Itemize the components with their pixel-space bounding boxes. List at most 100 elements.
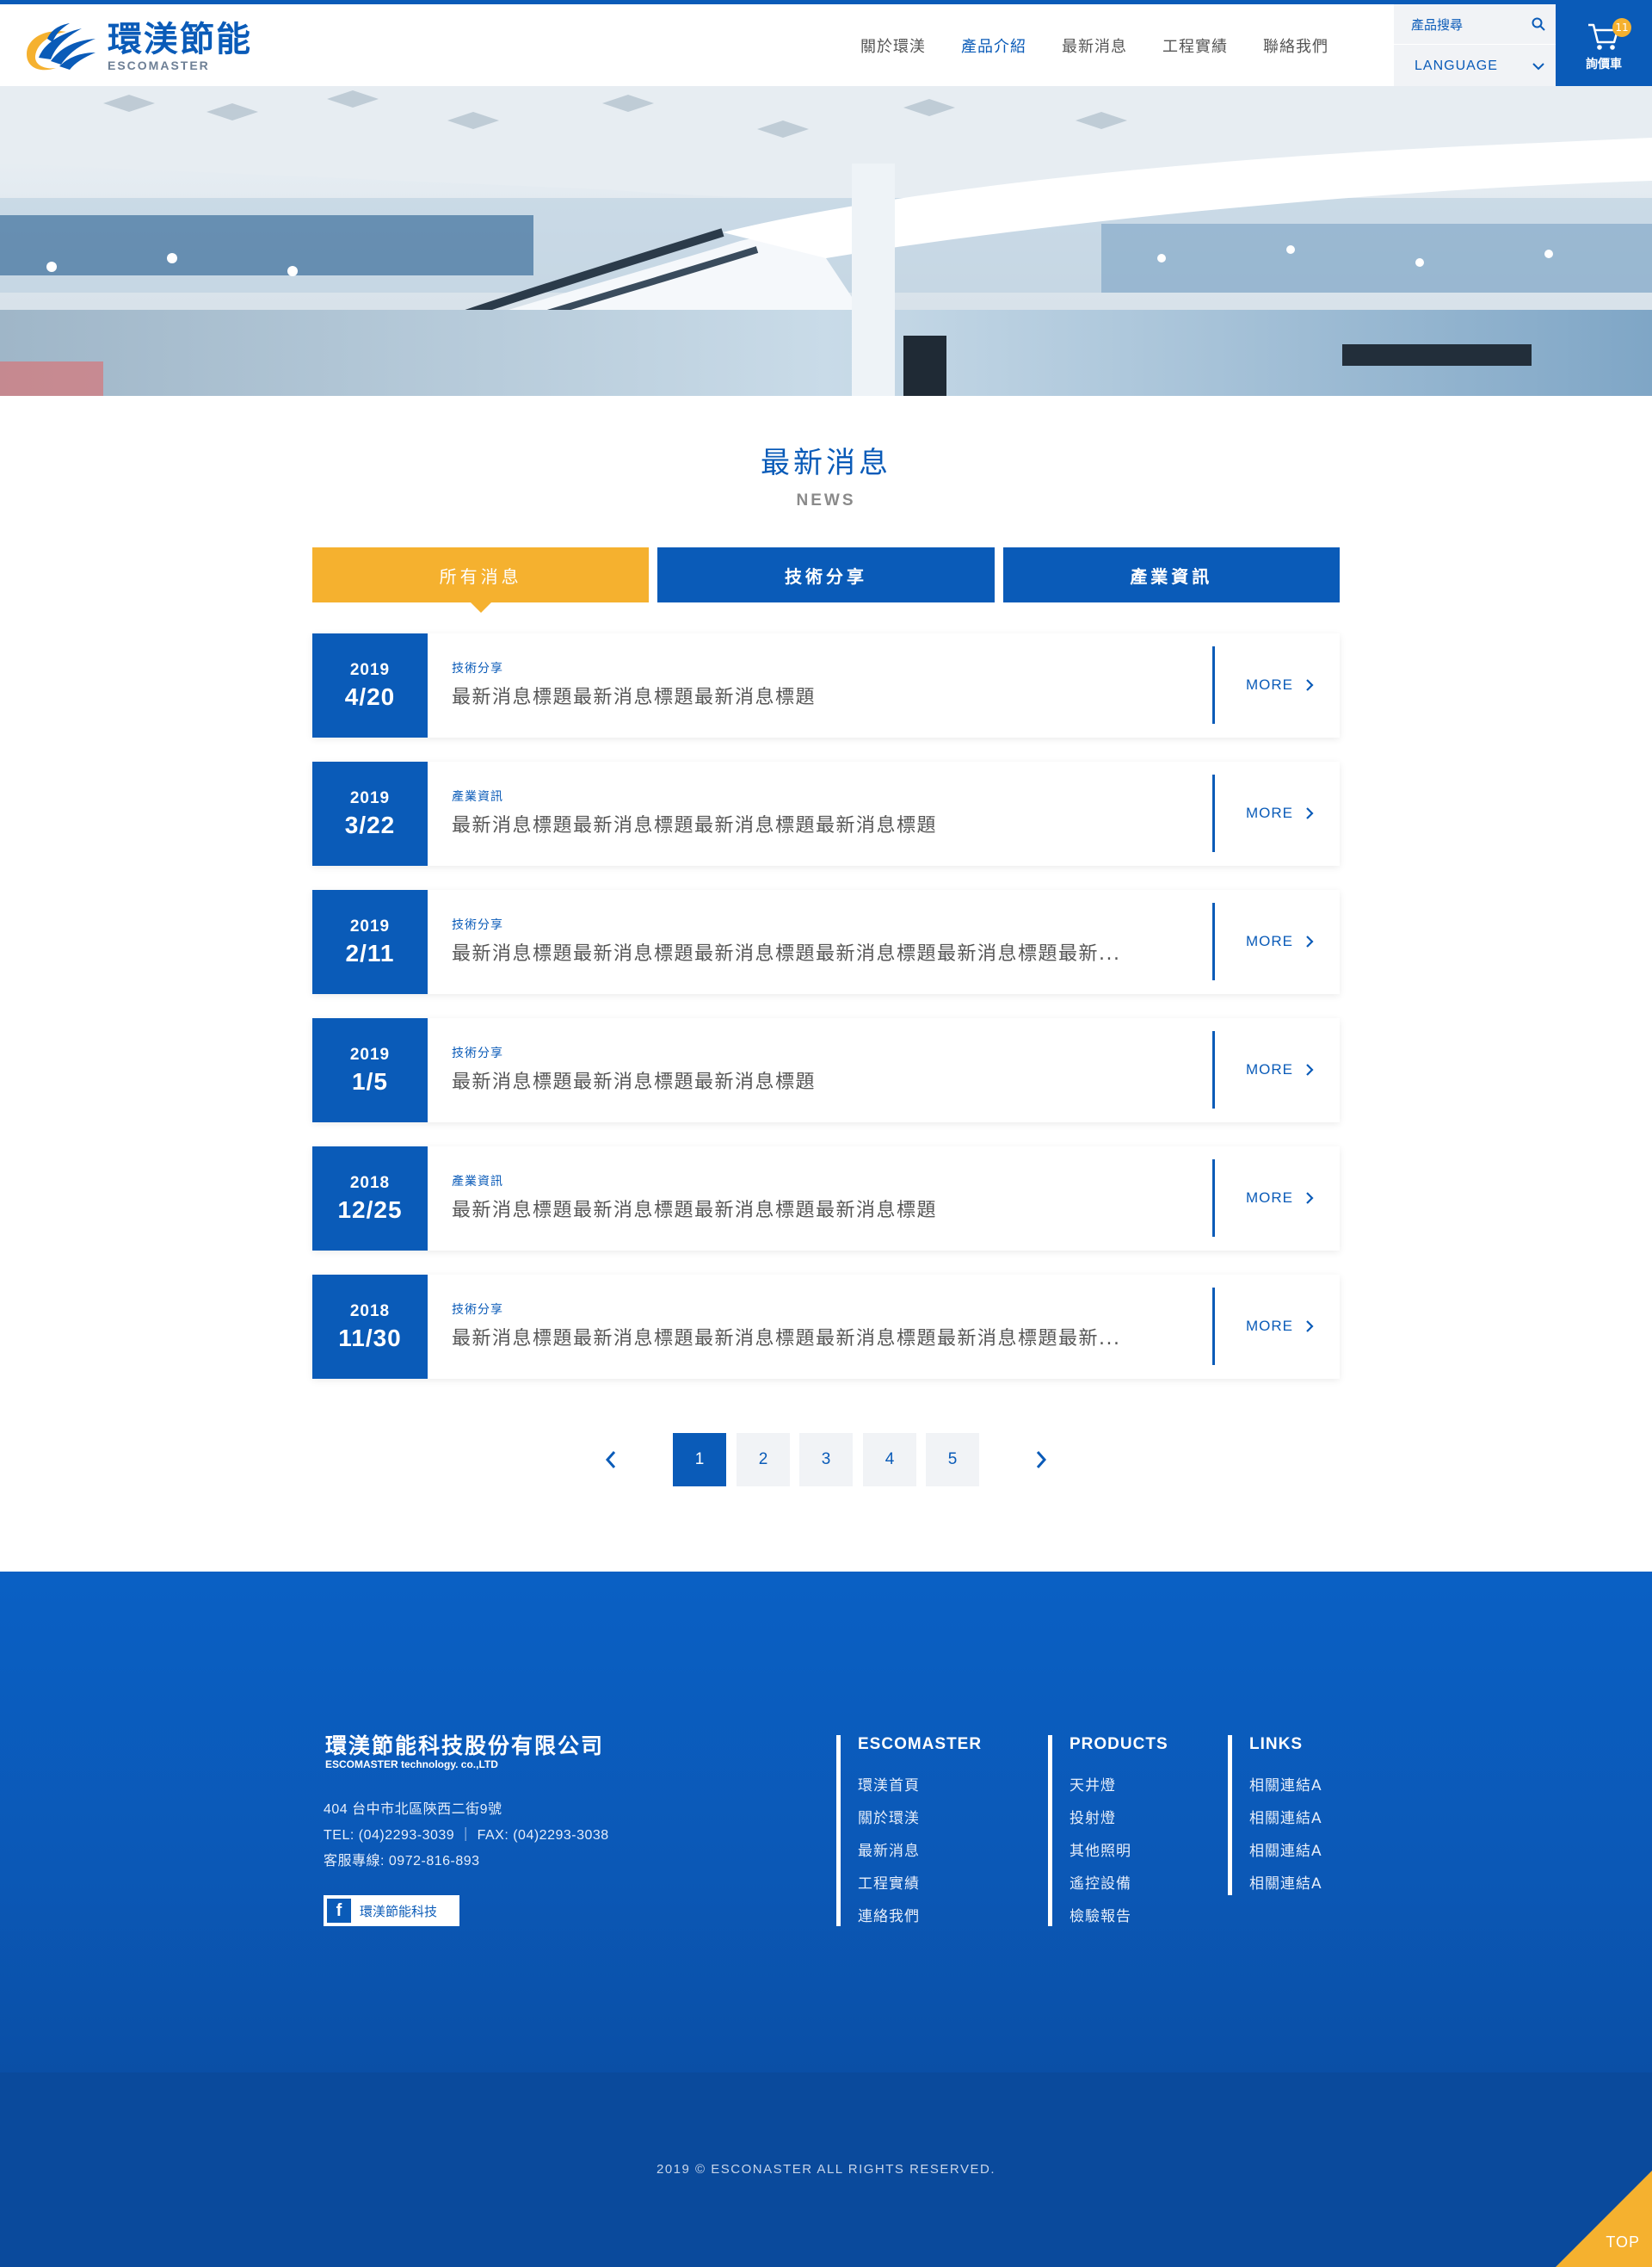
footer-link[interactable]: 相關連結A	[1249, 1806, 1322, 1827]
nav-item-projects[interactable]: 工程實績	[1162, 34, 1228, 57]
footer-link[interactable]: 投射燈	[1069, 1806, 1168, 1827]
news-title[interactable]: 最新消息標題最新消息標題最新消息標題最新消息標題	[452, 810, 1166, 837]
news-year: 2018	[349, 1301, 391, 1320]
more-label: MORE	[1246, 1061, 1293, 1078]
site-header: 環渼節能 ESCOMASTER 關於環渼 產品介紹 最新消息 工程實績 聯絡我們…	[0, 0, 1652, 90]
language-select[interactable]: LANGUAGE	[1394, 46, 1556, 86]
copyright-bar: 2019 © ESCONASTER ALL RIGHTS RESERVED.	[0, 2072, 1652, 2267]
footer-link[interactable]: 關於環渼	[858, 1806, 982, 1827]
tab-tech-share[interactable]: 技術分享	[657, 547, 995, 602]
top-corner-shape	[1556, 2171, 1652, 2267]
footer-column-title: PRODUCTS	[1069, 1735, 1168, 1753]
footer-link[interactable]: 遙控設備	[1069, 1871, 1168, 1893]
search-icon[interactable]	[1521, 17, 1556, 31]
chevron-right-icon	[1305, 1063, 1314, 1077]
news-title[interactable]: 最新消息標題最新消息標題最新消息標題	[452, 1066, 1166, 1094]
more-link[interactable]: MORE	[1212, 775, 1340, 852]
more-label: MORE	[1246, 1189, 1293, 1206]
news-item[interactable]: 2019 3/22 產業資訊 最新消息標題最新消息標題最新消息標題最新消息標題 …	[312, 762, 1340, 866]
news-title[interactable]: 最新消息標題最新消息標題最新消息標題	[452, 682, 1166, 709]
news-item[interactable]: 2019 4/20 技術分享 最新消息標題最新消息標題最新消息標題 MORE	[312, 633, 1340, 738]
page-button-4[interactable]: 4	[863, 1433, 916, 1486]
logo-mark-icon	[27, 23, 96, 71]
logo-text-en: ESCOMASTER	[108, 59, 210, 72]
footer-link[interactable]: 相關連結A	[1249, 1871, 1322, 1893]
news-date: 2019 1/5	[312, 1018, 428, 1122]
news-item[interactable]: 2019 1/5 技術分享 最新消息標題最新消息標題最新消息標題 MORE	[312, 1018, 1340, 1122]
page-title: 最新消息	[761, 446, 891, 480]
footer-hotline: 客服專線: 0972-816-893	[324, 1854, 480, 1869]
footer-column-title: ESCOMASTER	[858, 1735, 983, 1753]
page-button-1[interactable]: 1	[673, 1433, 726, 1486]
footer-link[interactable]: 連絡我們	[858, 1904, 982, 1925]
page-button-3[interactable]: 3	[799, 1433, 853, 1486]
footer-column-title: LINKS	[1249, 1735, 1303, 1753]
nav-item-news[interactable]: 最新消息	[1062, 34, 1127, 57]
utility-panel: 產品搜尋 LANGUAGE	[1394, 4, 1556, 86]
page-button-5[interactable]: 5	[926, 1433, 979, 1486]
more-link[interactable]: MORE	[1212, 646, 1340, 724]
footer-column-products: PRODUCTS 天井燈 投射燈 其他照明 遙控設備 檢驗報告	[1048, 1735, 1168, 1926]
footer-link[interactable]: 相關連結A	[1249, 1838, 1322, 1860]
next-page-button[interactable]	[1024, 1433, 1058, 1486]
nav-item-products[interactable]: 產品介紹	[961, 34, 1026, 57]
news-category: 技術分享	[452, 662, 503, 676]
logo[interactable]: 環渼節能 ESCOMASTER	[22, 20, 252, 73]
inquiry-cart-button[interactable]: 11 詢價車	[1556, 4, 1652, 90]
news-category: 產業資訊	[452, 790, 503, 804]
tab-all-news[interactable]: 所有消息	[312, 547, 650, 613]
previous-page-button[interactable]	[594, 1433, 628, 1486]
copyright-text: 2019 © ESCONASTER ALL RIGHTS RESERVED.	[656, 2162, 996, 2177]
news-category-tabs: 所有消息 技術分享 產業資訊	[312, 547, 1340, 613]
page-button-2[interactable]: 2	[737, 1433, 790, 1486]
footer-column-escomaster: ESCOMASTER 環渼首頁 關於環渼 最新消息 工程實績 連絡我們	[836, 1735, 982, 1926]
cart-label: 詢價車	[1586, 58, 1622, 71]
news-title[interactable]: 最新消息標題最新消息標題最新消息標題最新消息標題最新消息標題最新...	[452, 938, 1166, 966]
chevron-right-icon	[1305, 1319, 1314, 1333]
nav-item-about[interactable]: 關於環渼	[860, 34, 926, 57]
facebook-label: 環渼節能科技	[360, 1903, 438, 1919]
footer-link[interactable]: 相關連結A	[1249, 1773, 1322, 1794]
news-month-day: 4/20	[344, 683, 396, 710]
news-year: 2018	[349, 1173, 391, 1192]
product-search[interactable]: 產品搜尋	[1394, 4, 1556, 45]
footer-link[interactable]: 其他照明	[1069, 1838, 1168, 1860]
back-to-top-button[interactable]: TOP	[1556, 2171, 1652, 2267]
chevron-left-icon	[605, 1451, 616, 1468]
tab-industry-info[interactable]: 產業資訊	[1002, 547, 1340, 602]
news-year: 2019	[349, 788, 391, 807]
news-title[interactable]: 最新消息標題最新消息標題最新消息標題最新消息標題	[452, 1195, 1166, 1222]
news-title[interactable]: 最新消息標題最新消息標題最新消息標題最新消息標題最新消息標題最新...	[452, 1323, 1166, 1350]
footer-address: 404 台中市北區陝西二街9號	[324, 1802, 502, 1817]
footer-link[interactable]: 天井燈	[1069, 1773, 1168, 1794]
main-nav: 關於環渼 產品介紹 最新消息 工程實績 聯絡我們	[860, 4, 1364, 86]
footer-link[interactable]: 工程實績	[858, 1871, 982, 1893]
news-item[interactable]: 2018 11/30 技術分享 最新消息標題最新消息標題最新消息標題最新消息標題…	[312, 1275, 1340, 1379]
page-subtitle: NEWS	[796, 491, 856, 510]
hero-banner-image	[0, 86, 1652, 396]
news-month-day: 1/5	[352, 1067, 388, 1095]
facebook-link[interactable]: f 環渼節能科技	[324, 1895, 459, 1926]
more-link[interactable]: MORE	[1212, 1031, 1340, 1109]
news-month-day: 11/30	[338, 1324, 402, 1351]
news-date: 2018 12/25	[312, 1146, 428, 1251]
more-label: MORE	[1246, 805, 1293, 821]
footer-tel-fax: TEL: (04)2293-3039 ｜ FAX: (04)2293-3038	[324, 1828, 609, 1843]
news-year: 2019	[349, 1045, 391, 1064]
more-link[interactable]: MORE	[1212, 1159, 1340, 1237]
footer-link[interactable]: 最新消息	[858, 1838, 982, 1860]
chevron-right-icon	[1036, 1451, 1047, 1468]
more-link[interactable]: MORE	[1212, 903, 1340, 980]
news-item[interactable]: 2018 12/25 產業資訊 最新消息標題最新消息標題最新消息標題最新消息標題…	[312, 1146, 1340, 1251]
more-link[interactable]: MORE	[1212, 1288, 1340, 1365]
news-list: 2019 4/20 技術分享 最新消息標題最新消息標題最新消息標題 MORE 2…	[312, 633, 1340, 1403]
footer-link[interactable]: 檢驗報告	[1069, 1904, 1168, 1925]
language-label: LANGUAGE	[1415, 58, 1498, 73]
news-item[interactable]: 2019 2/11 技術分享 最新消息標題最新消息標題最新消息標題最新消息標題最…	[312, 890, 1340, 994]
nav-item-contact[interactable]: 聯絡我們	[1263, 34, 1328, 57]
news-month-day: 3/22	[344, 811, 396, 838]
logo-text-cn: 環渼節能	[108, 20, 252, 59]
chevron-right-icon	[1305, 678, 1314, 692]
footer-link[interactable]: 環渼首頁	[858, 1773, 982, 1794]
footer-column-links: LINKS 相關連結A 相關連結A 相關連結A 相關連結A	[1228, 1735, 1322, 1895]
